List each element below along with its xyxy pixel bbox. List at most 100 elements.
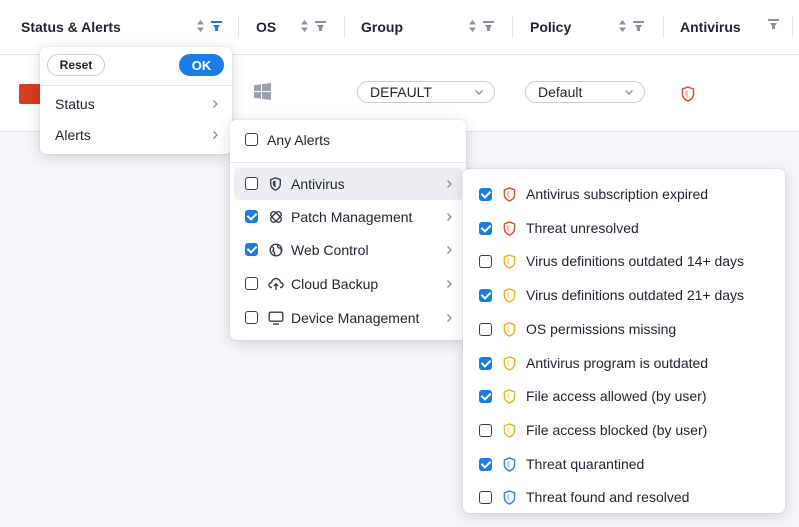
antivirus-alert-checkbox[interactable]	[479, 356, 492, 370]
column-header-group[interactable]: Group	[361, 0, 403, 54]
globe-icon	[269, 243, 283, 257]
shield-red-icon	[503, 187, 516, 202]
antivirus-alert-item[interactable]: File access blocked (by user)	[463, 414, 785, 446]
antivirus-alert-item[interactable]: Virus definitions outdated 21+ days	[463, 279, 785, 311]
antivirus-alert-checkbox[interactable]	[479, 390, 492, 404]
filter-icon[interactable]	[483, 21, 494, 31]
shield-red-icon	[503, 220, 516, 236]
antivirus-alert-checkbox[interactable]	[479, 322, 492, 336]
any-alerts-checkbox[interactable]	[245, 133, 258, 146]
sort-icon[interactable]	[196, 19, 205, 33]
chevron-right-icon	[213, 100, 218, 108]
cloud-backup-icon	[268, 277, 284, 290]
status-indicator	[19, 84, 41, 104]
shield-blue-icon	[503, 490, 516, 506]
column-separator	[238, 16, 239, 38]
alerts-submenu-item-label: Antivirus	[291, 176, 345, 192]
shield-amber-icon	[503, 288, 516, 303]
reset-button[interactable]: Reset	[47, 54, 105, 76]
alerts-submenu-item-cloud-backup[interactable]: Cloud Backup	[234, 268, 462, 300]
group-dropdown[interactable]: DEFAULT	[357, 81, 495, 103]
patch-icon	[270, 211, 282, 223]
antivirus-alert-item[interactable]: Antivirus program is outdated	[463, 347, 785, 379]
chevron-right-icon	[213, 131, 218, 139]
antivirus-alert-checkbox[interactable]	[479, 289, 492, 303]
ok-button[interactable]: OK	[179, 54, 224, 76]
shield-amber-icon	[503, 322, 516, 337]
alerts-submenu-item-label: Web Control	[291, 242, 369, 258]
device-management-checkbox[interactable]	[245, 311, 258, 324]
chevron-right-icon	[447, 213, 452, 221]
shield-amber-icon	[503, 254, 516, 270]
antivirus-alert-checkbox[interactable]	[479, 255, 492, 269]
filter-menu-item-status[interactable]: Status	[40, 89, 232, 119]
antivirus-alert-label: File access blocked (by user)	[526, 421, 708, 438]
patch-management-checkbox[interactable]	[245, 210, 258, 223]
antivirus-alert-checkbox[interactable]	[479, 457, 492, 471]
windows-icon	[254, 83, 271, 100]
filter-menu-item-label: Status	[55, 96, 95, 112]
antivirus-alert-checkbox[interactable]	[479, 423, 492, 437]
column-header-status-alerts[interactable]: Status & Alerts	[21, 0, 121, 54]
antivirus-alert-label: OS permissions missing	[526, 320, 677, 337]
monitor-icon	[268, 311, 284, 325]
column-header-os[interactable]: OS	[256, 0, 276, 54]
column-header-antivirus[interactable]: Antivirus	[680, 0, 741, 54]
antivirus-alert-item[interactable]: File access allowed (by user)	[463, 380, 785, 412]
antivirus-alert-label: Virus definitions outdated 21+ days	[526, 287, 745, 304]
antivirus-alert-item[interactable]: Threat quarantined	[463, 448, 785, 480]
shield-amber-icon	[503, 423, 516, 438]
antivirus-alert-label: Virus definitions outdated 14+ days	[526, 253, 745, 270]
web-control-checkbox[interactable]	[245, 243, 258, 256]
chevron-right-icon	[447, 246, 452, 254]
antivirus-alert-label: Antivirus subscription expired	[526, 186, 709, 202]
antivirus-alert-item[interactable]: Virus definitions outdated 14+ days	[463, 245, 785, 277]
filter-icon[interactable]	[633, 21, 644, 31]
any-alerts-option[interactable]: Any Alerts	[230, 120, 466, 163]
chevron-right-icon	[447, 180, 452, 188]
filter-icon[interactable]	[315, 21, 326, 31]
cloud-backup-checkbox[interactable]	[245, 277, 258, 290]
alerts-submenu-item-patch-management[interactable]: Patch Management	[234, 201, 462, 233]
column-header-policy[interactable]: Policy	[530, 0, 571, 54]
policy-dropdown[interactable]: Default	[525, 81, 645, 103]
antivirus-category-checkbox[interactable]	[245, 177, 258, 190]
antivirus-alerts-submenu: Antivirus subscription expired Threat unr…	[463, 169, 785, 513]
shield-amber-icon	[503, 389, 516, 404]
alerts-submenu-item-web-control[interactable]: Web Control	[234, 234, 462, 266]
sort-icon[interactable]	[300, 19, 309, 33]
shield-icon	[269, 177, 282, 191]
column-separator	[663, 16, 664, 38]
antivirus-alert-item[interactable]: Antivirus subscription expired	[463, 178, 785, 210]
alerts-submenu-item-antivirus[interactable]: Antivirus	[234, 168, 462, 200]
alerts-submenu-item-label: Cloud Backup	[291, 276, 379, 292]
sort-icon[interactable]	[618, 19, 627, 33]
alerts-submenu-item-label: Patch Management	[291, 209, 413, 225]
chevron-right-icon	[447, 314, 452, 322]
antivirus-alert-item[interactable]: OS permissions missing	[463, 313, 785, 345]
shield-red-icon	[681, 86, 695, 102]
antivirus-alert-checkbox[interactable]	[479, 188, 492, 201]
chevron-right-icon	[447, 280, 452, 288]
status-alerts-filter-menu: Reset OK Status Alerts	[40, 47, 232, 154]
any-alerts-label: Any Alerts	[267, 132, 331, 148]
shield-amber-icon	[503, 355, 516, 371]
alerts-submenu-item-device-management[interactable]: Device Management	[234, 302, 462, 334]
antivirus-alert-checkbox[interactable]	[479, 491, 492, 505]
column-separator	[344, 16, 345, 38]
antivirus-alert-checkbox[interactable]	[479, 221, 492, 235]
filter-menu-item-alerts[interactable]: Alerts	[40, 120, 232, 150]
filter-icon-active[interactable]	[211, 21, 222, 31]
antivirus-alert-item[interactable]: Threat found and resolved	[463, 481, 785, 513]
sort-icon[interactable]	[468, 19, 477, 33]
antivirus-alert-label: File access allowed (by user)	[526, 388, 707, 405]
filter-icon[interactable]	[768, 19, 779, 29]
antivirus-alert-label: Threat found and resolved	[526, 489, 690, 506]
filter-menu-item-label: Alerts	[55, 127, 91, 143]
alerts-submenu: Any Alerts Antivirus Patch Management We…	[230, 120, 466, 340]
group-dropdown-value: DEFAULT	[370, 84, 432, 100]
chevron-down-icon	[475, 90, 483, 95]
antivirus-alert-label: Antivirus program is outdated	[526, 354, 709, 371]
antivirus-alert-item[interactable]: Threat unresolved	[463, 212, 785, 244]
antivirus-alert-label: Threat unresolved	[526, 219, 639, 236]
